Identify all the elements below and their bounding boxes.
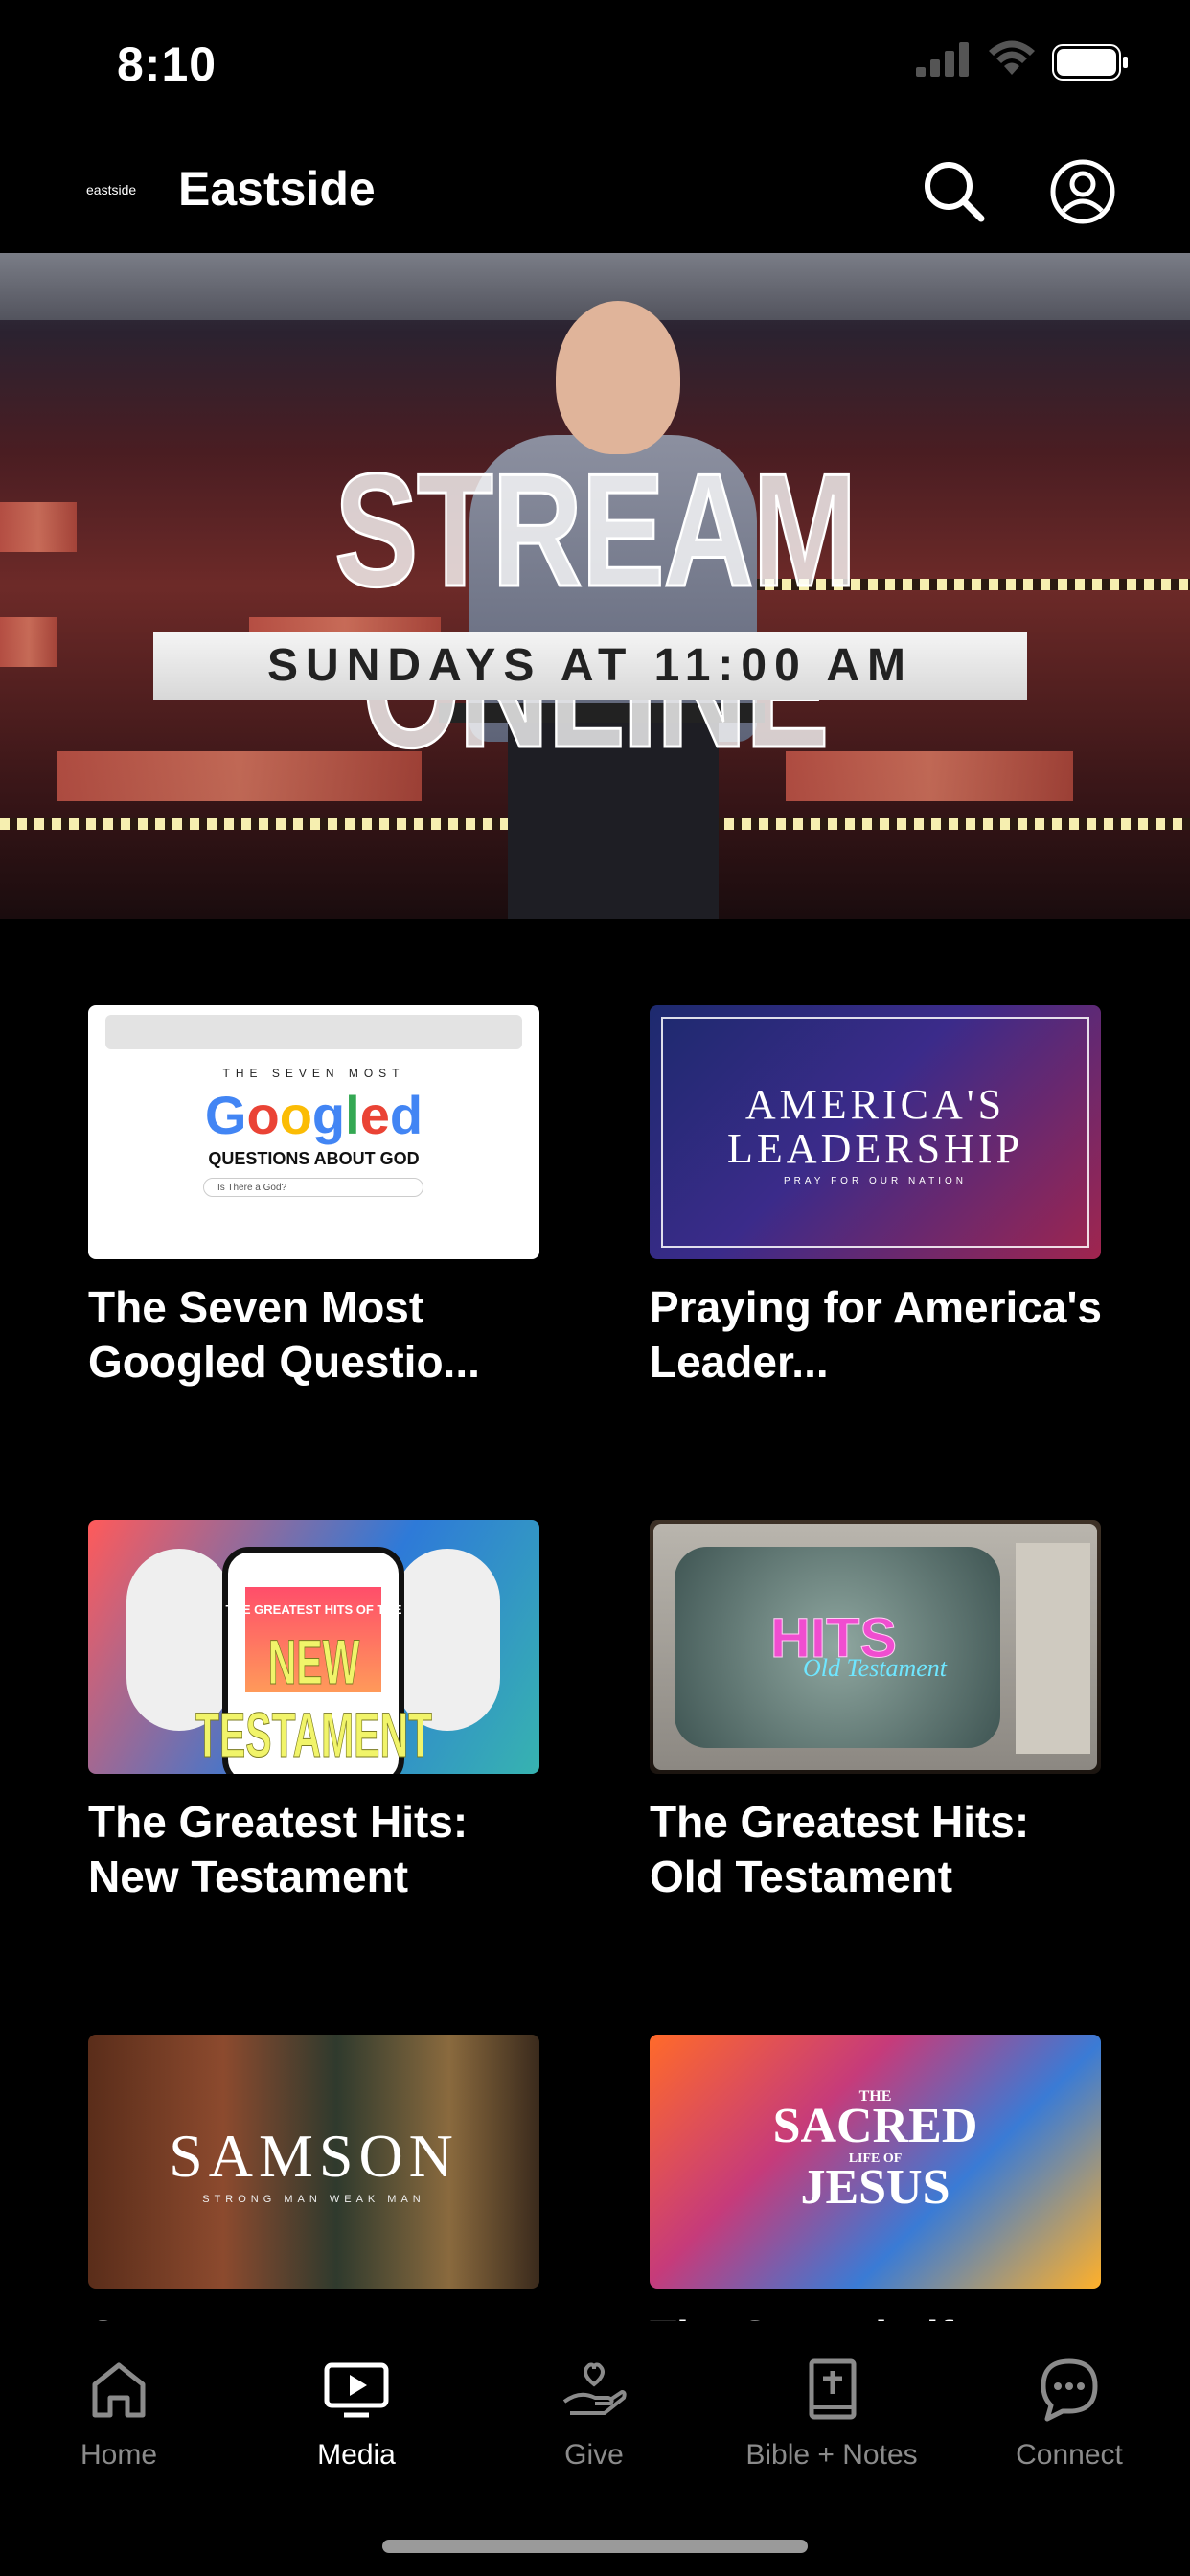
media-card[interactable]: AMERICA'S LEADERSHIP PRAY FOR OUR NATION… [650, 1005, 1102, 1390]
connect-icon [1041, 2358, 1098, 2422]
tab-label: Bible + Notes [745, 2439, 918, 2471]
thumb-text: NEW TESTAMENT [195, 1626, 433, 1771]
thumb-text: THE SEVEN MOST [222, 1067, 405, 1080]
media-icon [324, 2362, 389, 2418]
status-time: 8:10 [117, 37, 217, 91]
thumb-text: PRAY FOR OUR NATION [783, 1176, 967, 1186]
thumb-text: SAMSON [169, 2122, 459, 2190]
media-thumbnail[interactable]: AMERICA'S LEADERSHIP PRAY FOR OUR NATION [650, 1005, 1101, 1259]
wifi-icon [989, 40, 1035, 75]
hero-subline: SUNDAYS AT 11:00 AM [267, 640, 913, 691]
tab-connect[interactable]: Connect [964, 2356, 1175, 2472]
status-bar: 8:10 [0, 0, 1190, 126]
cellular-signal-icon [916, 42, 969, 77]
media-card[interactable]: THE GREATEST HITS OF THE NEW TESTAMENT T… [88, 1520, 539, 1904]
thumb-text: STRONG MAN WEAK MAN [202, 2194, 425, 2205]
page-title: Eastside [178, 162, 376, 216]
thumb-text: Old Testament [803, 1654, 947, 1682]
tab-bible-notes[interactable]: Bible + Notes [726, 2356, 937, 2472]
bible-icon [809, 2358, 857, 2420]
tab-label: Media [317, 2439, 396, 2471]
thumb-text: THE GREATEST HITS OF THE [225, 1602, 402, 1617]
tab-media[interactable]: Media [251, 2356, 462, 2472]
media-thumbnail[interactable]: THE SEVEN MOST Googled QUESTIONS ABOUT G… [88, 1005, 539, 1259]
church-logo: eastside [86, 182, 137, 197]
media-title: The Seven Most Googled Questio... [88, 1282, 480, 1387]
tab-label: Home [80, 2439, 158, 2471]
hero-headline: STREAM ONLINE [333, 440, 858, 773]
media-thumbnail[interactable]: THE GREATEST HITS OF THE NEW TESTAMENT [88, 1520, 539, 1774]
media-title: The Greatest Hits: New Testament [88, 1797, 469, 1901]
battery-icon [1052, 44, 1128, 80]
media-card[interactable]: SAMSON STRONG MAN WEAK MAN Samson [88, 2035, 539, 2364]
media-title: The Greatest Hits: Old Testament [650, 1797, 1030, 1901]
browser-bar [105, 1015, 522, 1049]
tab-bar: Home Media Give Bible + Notes Connect [0, 2321, 1190, 2576]
give-icon [562, 2362, 627, 2415]
media-thumbnail[interactable]: SAMSON STRONG MAN WEAK MAN [88, 2035, 539, 2288]
thumb-text: SACRED [772, 2099, 978, 2153]
stage-light [0, 617, 57, 667]
account-icon[interactable] [1048, 157, 1117, 226]
media-thumbnail[interactable]: HITS Old Testament [650, 1520, 1101, 1774]
media-card[interactable]: THE SEVEN MOST Googled QUESTIONS ABOUT G… [88, 1005, 539, 1390]
thumb-text: JESUS [800, 2160, 950, 2215]
search-icon[interactable] [920, 157, 989, 226]
thumb-text: LEADERSHIP [727, 1125, 1023, 1172]
home-indicator[interactable] [382, 2540, 808, 2553]
thumb-text: QUESTIONS ABOUT GOD [208, 1149, 420, 1168]
thumb-text: AMERICA'S [744, 1081, 1006, 1128]
home-icon [92, 2362, 146, 2418]
tab-label: Connect [1016, 2439, 1123, 2471]
stage-light [0, 502, 77, 552]
tab-give[interactable]: Give [489, 2356, 699, 2472]
media-title: Praying for America's Leader... [650, 1282, 1102, 1387]
hero-time-band: SUNDAYS AT 11:00 AM [153, 632, 1027, 700]
thumb-brand: Googled [204, 1085, 423, 1145]
hero-banner[interactable]: STREAM ONLINE SUNDAYS AT 11:00 AM [0, 253, 1190, 919]
media-card[interactable]: THE SACRED LIFE OF JESUS The Sacred Life [650, 2035, 1101, 2364]
media-card[interactable]: HITS Old Testament The Greatest Hits: Ol… [650, 1520, 1101, 1904]
thumb-search-box: Is There a God? [203, 1178, 423, 1197]
tab-home[interactable]: Home [13, 2356, 224, 2472]
tab-label: Give [564, 2439, 624, 2471]
media-thumbnail[interactable]: THE SACRED LIFE OF JESUS [650, 2035, 1101, 2288]
app-header: eastside Eastside [0, 144, 1190, 249]
